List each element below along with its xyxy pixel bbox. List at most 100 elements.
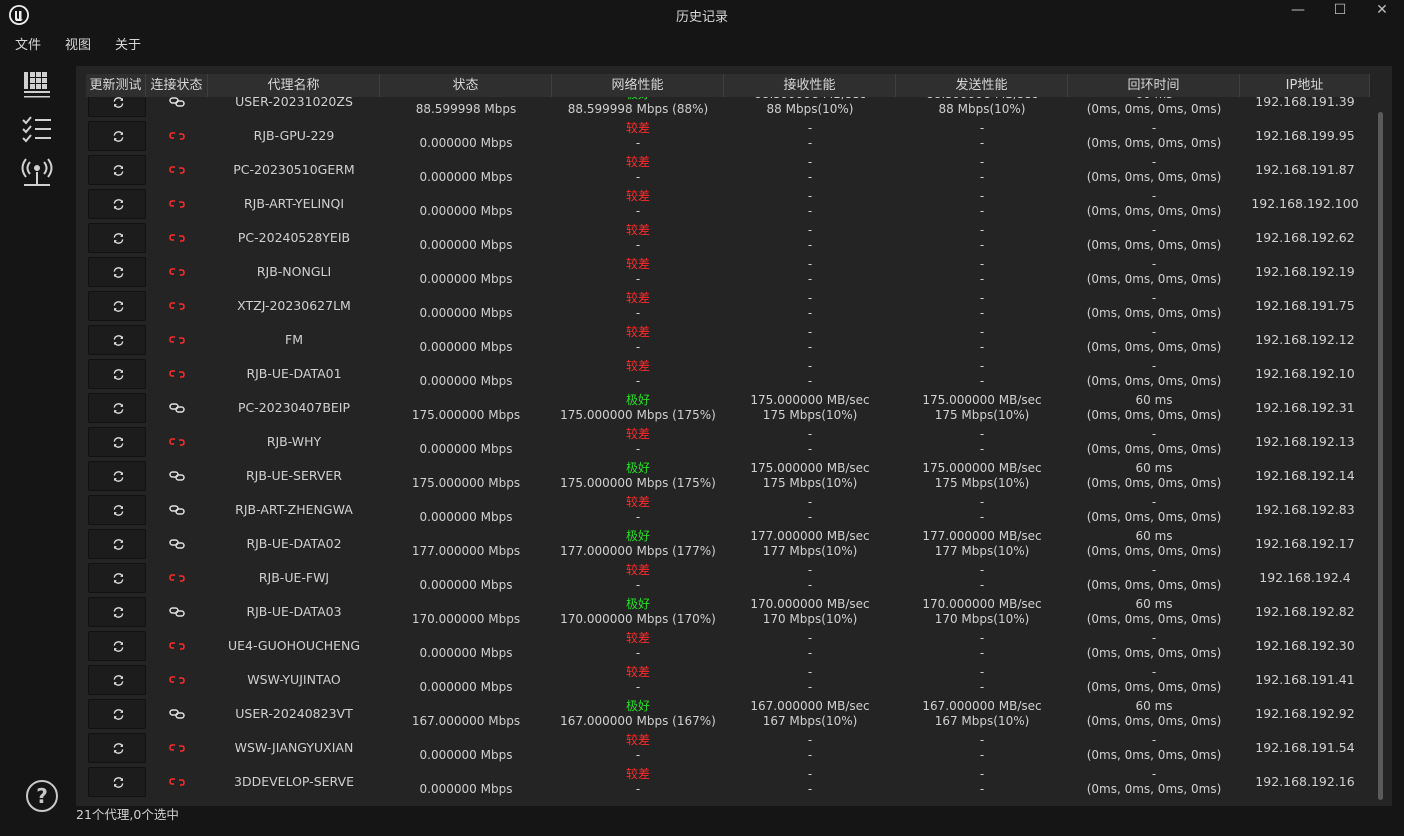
- table-row[interactable]: RJB-WHY 0.000000 Mbps 较差 - - - - - - (0m…: [86, 425, 1370, 459]
- refresh-button[interactable]: [88, 631, 146, 661]
- table-row[interactable]: PC-20230407BEIP 175.000000 Mbps 极好 175.0…: [86, 391, 1370, 425]
- grid-view-button[interactable]: [18, 66, 56, 104]
- refresh-button[interactable]: [88, 495, 146, 525]
- update-test-cell: [88, 187, 146, 221]
- table-row[interactable]: RJB-UE-DATA01 0.000000 Mbps 较差 - - - - -…: [86, 357, 1370, 391]
- proxy-name: WSW-JIANGYUXIAN: [234, 740, 354, 755]
- refresh-button[interactable]: [88, 427, 146, 457]
- refresh-button[interactable]: [88, 257, 146, 287]
- send-mbps: -: [979, 442, 985, 456]
- maximize-button[interactable]: ☐: [1322, 0, 1358, 22]
- table-row[interactable]: RJB-UE-DATA02 177.000000 Mbps 极好 177.000…: [86, 527, 1370, 561]
- vertical-scrollbar[interactable]: [1372, 96, 1386, 802]
- header-status[interactable]: 状态: [380, 74, 552, 97]
- checklist-icon: [22, 116, 51, 143]
- send-mbps: -: [979, 748, 985, 762]
- send-cell: - -: [896, 561, 1068, 595]
- update-test-cell: [88, 289, 146, 323]
- header-ip[interactable]: IP地址: [1240, 74, 1370, 97]
- refresh-button[interactable]: [88, 223, 146, 253]
- table-row[interactable]: RJB-UE-DATA03 170.000000 Mbps 极好 170.000…: [86, 595, 1370, 629]
- update-test-cell: [88, 493, 146, 527]
- rtt-detail: (0ms, 0ms, 0ms, 0ms): [1086, 272, 1222, 286]
- table-row[interactable]: RJB-ART-ZHENGWA 0.000000 Mbps 较差 - - - -…: [86, 493, 1370, 527]
- network-cell: 较差 -: [552, 561, 724, 595]
- refresh-button[interactable]: [88, 325, 146, 355]
- table-row[interactable]: PC-20230510GERM 0.000000 Mbps 较差 - - - -…: [86, 153, 1370, 187]
- refresh-button[interactable]: [88, 597, 146, 627]
- refresh-button[interactable]: [88, 121, 146, 151]
- receive-rate: -: [807, 733, 813, 747]
- send-cell: 167.000000 MB/sec 167 Mbps(10%): [896, 697, 1068, 731]
- menu-file[interactable]: 文件: [15, 34, 41, 53]
- send-rate: -: [979, 291, 985, 305]
- table-row[interactable]: USER-20231020ZS 88.599998 Mbps 极好 88.599…: [86, 97, 1370, 119]
- refresh-button[interactable]: [88, 529, 146, 559]
- update-test-cell: [88, 119, 146, 153]
- checklist-button[interactable]: [18, 110, 56, 148]
- table-row[interactable]: RJB-NONGLI 0.000000 Mbps 较差 - - - - - - …: [86, 255, 1370, 289]
- proxy-table: 更新测试 连接状态 代理名称 状态 网络性能 接收性能 发送性能 回环时间 IP…: [86, 74, 1370, 804]
- rtt-detail: (0ms, 0ms, 0ms, 0ms): [1086, 408, 1222, 422]
- header-connection[interactable]: 连接状态: [146, 74, 208, 97]
- ip-address: 192.168.192.62: [1255, 230, 1355, 245]
- refresh-button[interactable]: [88, 665, 146, 695]
- refresh-button[interactable]: [88, 359, 146, 389]
- close-button[interactable]: ✕: [1364, 0, 1400, 22]
- send-mbps: 88 Mbps(10%): [938, 102, 1026, 116]
- refresh-button[interactable]: [88, 699, 146, 729]
- scrollbar-thumb[interactable]: [1378, 112, 1383, 800]
- table-row[interactable]: RJB-GPU-229 0.000000 Mbps 较差 - - - - - -…: [86, 119, 1370, 153]
- table-row[interactable]: FM 0.000000 Mbps 较差 - - - - - - (0ms, 0m…: [86, 323, 1370, 357]
- rtt-detail: (0ms, 0ms, 0ms, 0ms): [1086, 578, 1222, 592]
- refresh-button[interactable]: [88, 291, 146, 321]
- table-row[interactable]: UE4-GUOHOUCHENG 0.000000 Mbps 较差 - - - -…: [86, 629, 1370, 663]
- header-rtt[interactable]: 回环时间: [1068, 74, 1240, 97]
- table-row[interactable]: PC-20240528YEIB 0.000000 Mbps 较差 - - - -…: [86, 221, 1370, 255]
- header-update-test[interactable]: 更新测试: [86, 74, 146, 97]
- refresh-button[interactable]: [88, 155, 146, 185]
- table-row[interactable]: RJB-UE-FWJ 0.000000 Mbps 较差 - - - - - - …: [86, 561, 1370, 595]
- rtt-value: 60 ms: [1068, 97, 1240, 101]
- rtt-detail: (0ms, 0ms, 0ms, 0ms): [1086, 306, 1222, 320]
- broken-link-icon: [169, 234, 185, 242]
- refresh-button[interactable]: [88, 733, 146, 763]
- receive-cell: 88.599998 MB/sec 88 Mbps(10%): [724, 97, 896, 119]
- status-cell: 175.000000 Mbps: [380, 459, 552, 493]
- table-row[interactable]: RJB-UE-SERVER 175.000000 Mbps 极好 175.000…: [86, 459, 1370, 493]
- header-send[interactable]: 发送性能: [896, 74, 1068, 97]
- refresh-icon: [113, 199, 124, 210]
- receive-rate: -: [807, 767, 813, 781]
- update-test-cell: [88, 595, 146, 629]
- table-row[interactable]: 3DDEVELOP-SERVE 0.000000 Mbps 较差 - - - -…: [86, 765, 1370, 799]
- status-value: 0.000000 Mbps: [419, 170, 513, 184]
- network-grade: 极好: [625, 529, 650, 543]
- receive-mbps: 175 Mbps(10%): [762, 476, 858, 490]
- table-row[interactable]: USER-20240823VT 167.000000 Mbps 极好 167.0…: [86, 697, 1370, 731]
- refresh-button[interactable]: [88, 189, 146, 219]
- table-row[interactable]: RJB-ART-YELINQI 0.000000 Mbps 较差 - - - -…: [86, 187, 1370, 221]
- menu-about[interactable]: 关于: [115, 34, 141, 53]
- table-row[interactable]: WSW-JIANGYUXIAN 0.000000 Mbps 较差 - - - -…: [86, 731, 1370, 765]
- refresh-button[interactable]: [88, 767, 146, 797]
- header-receive[interactable]: 接收性能: [724, 74, 896, 97]
- minimize-button[interactable]: —: [1280, 0, 1316, 22]
- header-network[interactable]: 网络性能: [552, 74, 724, 97]
- update-test-cell: [88, 391, 146, 425]
- help-button[interactable]: ?: [26, 780, 58, 812]
- broken-link-icon: [169, 642, 185, 650]
- refresh-button[interactable]: [88, 393, 146, 423]
- refresh-button[interactable]: [88, 563, 146, 593]
- menu-view[interactable]: 视图: [65, 34, 91, 53]
- receive-mbps: -: [807, 782, 813, 796]
- table-row[interactable]: XTZJ-20230627LM 0.000000 Mbps 较差 - - - -…: [86, 289, 1370, 323]
- header-proxy-name[interactable]: 代理名称: [208, 74, 380, 97]
- table-row[interactable]: WSW-YUJINTAO 0.000000 Mbps 较差 - - - - - …: [86, 663, 1370, 697]
- refresh-button[interactable]: [88, 461, 146, 491]
- proxy-name: RJB-UE-DATA02: [246, 536, 342, 551]
- send-rate: 170.000000 MB/sec: [922, 597, 1042, 611]
- refresh-button[interactable]: [88, 97, 146, 117]
- send-cell: - -: [896, 765, 1068, 799]
- refresh-icon: [113, 437, 124, 448]
- broadcast-button[interactable]: [18, 154, 56, 192]
